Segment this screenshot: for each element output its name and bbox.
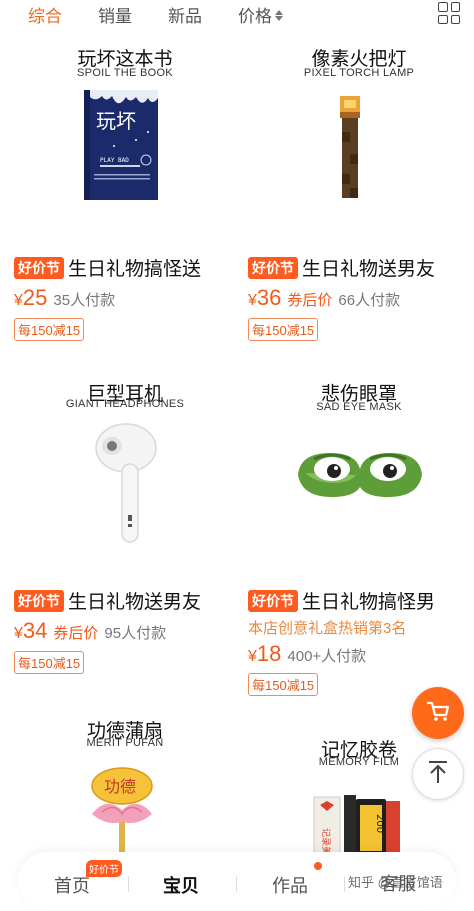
torch-lamp-icon [248,88,470,208]
lotus-fan-icon: 功德 [14,764,236,854]
price-row: ¥ 18 400+人付款 [248,641,366,667]
film-roll-icon: 记录美好 200 [248,791,470,864]
nav-divider [128,876,129,892]
product-card[interactable]: 悲伤眼罩 SAD EYE MASK 好价节 生日礼物搞怪男 本店创意礼盒热销第3… [248,375,470,700]
nav-works[interactable]: 作品 [272,872,308,898]
notification-dot [314,862,322,870]
product-name: 生日礼物搞怪男 [302,592,436,613]
svg-text:PLAY BAD: PLAY BAD [100,157,129,164]
svg-text:200: 200 [374,814,385,833]
product-name-row: 好价节 生日礼物送男友 [248,254,435,281]
currency-symbol: ¥ [248,648,257,665]
sort-tab-comprehensive[interactable]: 综合 [28,2,62,27]
promo-tag: 每150减15 [248,318,319,341]
sales-rank-label: 本店创意礼盒热销第3名 [248,620,407,637]
product-name-row: 好价节 生日礼物送男友 [14,587,201,614]
nav-home[interactable]: 首页 [54,872,90,898]
sold-count: 66人付款 [338,292,401,309]
product-name: 生日礼物送男友 [68,592,202,613]
promo-tag: 每150减15 [14,651,85,674]
earbud-icon [14,420,236,550]
festival-badge: 好价节 [248,256,298,279]
price: 25 [22,285,48,310]
product-card[interactable]: 玩坏这本书 SPOIL THE BOOK 玩坏 PLAY BAD 好价节 生日礼… [14,40,236,345]
product-card[interactable]: 功德蒲扇 MERIT PUFAN 功德 [14,712,236,857]
sort-tab-sales[interactable]: 销量 [98,2,132,27]
promo-tag: 每150减15 [14,318,85,341]
festival-badge: 好价节 [248,589,298,612]
after-coupon-label: 券后价 [53,625,99,642]
product-name-row: 好价节 生日礼物搞怪送 [14,254,201,281]
svg-text:玩坏: 玩坏 [96,109,136,133]
product-subtitle: SAD EYE MASK [316,401,402,413]
nav-divider [344,876,345,892]
price-row: ¥ 25 35人付款 [14,285,115,311]
product-name: 生日礼物搞怪送 [68,259,202,280]
currency-symbol: ¥ [248,292,257,309]
sold-count: 400+人付款 [287,648,367,665]
price: 34 [22,618,48,643]
sort-tab-price-label: 价格 [238,7,272,26]
product-subtitle: PIXEL TORCH LAMP [303,67,415,79]
book-icon: 玩坏 PLAY BAD [14,88,236,203]
frog-eye-mask-icon [248,445,470,505]
sort-tab-new[interactable]: 新品 [168,2,202,27]
nav-items-tab[interactable]: 宝贝 [163,872,199,898]
sold-count: 95人付款 [104,625,167,642]
price-row: ¥ 36 券后价 66人付款 [248,285,400,311]
product-name: 生日礼物送男友 [302,259,436,280]
sort-bar: 综合 销量 新品 价格 [0,0,474,30]
price-row: ¥ 34 券后价 95人付款 [14,618,166,644]
nav-festival-badge: 好价节 [86,860,122,877]
festival-badge: 好价节 [14,256,64,279]
product-subtitle: GIANT HEADPHONES [65,398,185,410]
watermark: 知乎 @直言馆语 [348,875,443,890]
product-name-row: 好价节 生日礼物搞怪男 [248,587,435,614]
sold-count: 35人付款 [53,292,116,309]
currency-symbol: ¥ [14,625,23,642]
svg-text:功德: 功德 [104,777,136,796]
product-subtitle: MERIT PUFAN [86,737,164,749]
sort-arrows-icon [275,10,283,21]
cart-icon [425,698,451,729]
nav-divider [236,876,237,892]
grid-view-icon[interactable] [438,2,460,24]
product-subtitle: SPOIL THE BOOK [77,67,173,79]
price: 18 [256,641,282,666]
festival-badge: 好价节 [14,589,64,612]
product-card[interactable]: 巨型耳机 GIANT HEADPHONES 好价节 生日礼物送男友 ¥ 34 券… [14,375,236,675]
after-coupon-label: 券后价 [287,292,333,309]
cart-button[interactable] [412,687,464,739]
promo-tag: 每150减15 [248,673,319,696]
arrow-up-icon [425,759,451,790]
sort-tab-price[interactable]: 价格 [238,2,283,27]
currency-symbol: ¥ [14,292,23,309]
product-card[interactable]: 像素火把灯 PIXEL TORCH LAMP 好价节 生日礼物送男友 ¥ 36 … [248,40,470,345]
price: 36 [256,285,282,310]
back-to-top-button[interactable] [412,748,464,800]
